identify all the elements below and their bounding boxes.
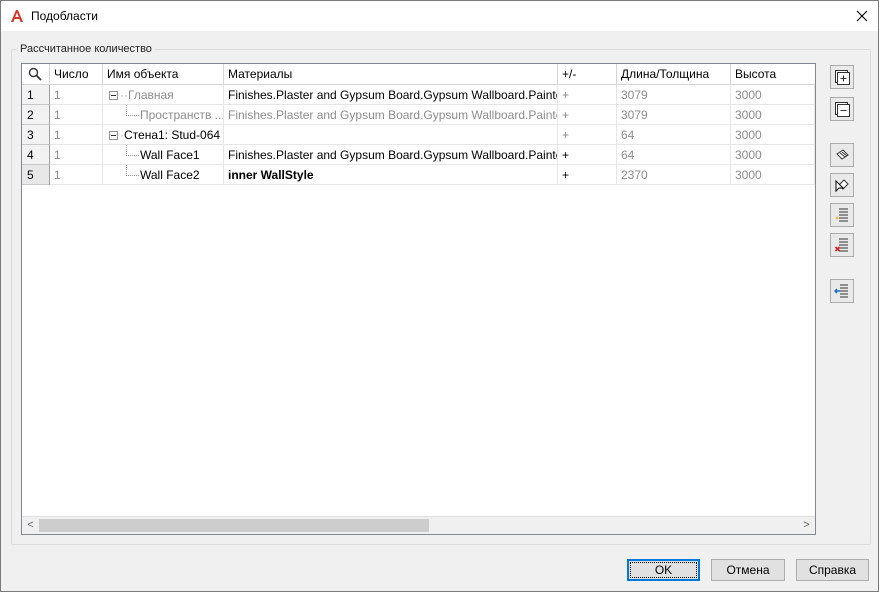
column-header-materials[interactable]: Материалы xyxy=(224,64,558,84)
object-name-cell[interactable]: Wall Face2 xyxy=(103,165,224,185)
sign-cell[interactable]: + xyxy=(558,145,617,165)
count-cell[interactable]: 1 xyxy=(50,105,103,125)
expand-all-icon xyxy=(835,70,850,85)
material-cell[interactable]: Finishes.Plaster and Gypsum Board.Gypsum… xyxy=(224,105,558,125)
length-cell[interactable]: 2370 xyxy=(617,165,731,185)
tree-connector xyxy=(126,145,139,156)
object-name-text: Wall Face2 xyxy=(140,168,200,182)
object-name-cell[interactable]: Wall Face1 xyxy=(103,145,224,165)
count-cell[interactable]: 1 xyxy=(50,85,103,105)
grid-header: Число Имя объекта Материалы +/- Длина/То… xyxy=(22,64,815,85)
dialog-window: Подобласти Рассчитанное количество Число… xyxy=(0,0,879,592)
row-number[interactable]: 2 xyxy=(22,105,50,125)
delete-row-icon xyxy=(834,238,848,252)
height-cell[interactable]: 3000 xyxy=(731,165,815,185)
collapse-all-button[interactable] xyxy=(830,97,854,121)
row-number[interactable]: 3 xyxy=(22,125,50,145)
length-cell[interactable]: 3079 xyxy=(617,85,731,105)
object-name-cell[interactable]: ·Стена1: Stud-064 xyxy=(103,125,224,145)
ok-button[interactable]: OK xyxy=(627,559,700,581)
select-objects-icon xyxy=(836,149,849,160)
close-icon xyxy=(856,10,868,22)
sign-cell[interactable]: + xyxy=(558,105,617,125)
sign-cell[interactable]: + xyxy=(558,165,617,185)
row-number[interactable]: 5 xyxy=(22,165,50,185)
column-header-sign[interactable]: +/- xyxy=(558,64,617,84)
table-row[interactable]: 2 1 Пространств ... Finishes.Plaster and… xyxy=(22,105,815,125)
table-row[interactable]: 4 1 Wall Face1 Finishes.Plaster and Gyps… xyxy=(22,145,815,165)
count-cell[interactable]: 1 xyxy=(50,125,103,145)
cancel-button[interactable]: Отмена xyxy=(711,559,785,581)
collapse-node-icon[interactable] xyxy=(109,91,118,101)
table-row[interactable]: 3 1 ·Стена1: Stud-064 + 64 3000 xyxy=(22,125,815,145)
table-row[interactable]: 1 1 ··Главная Finishes.Plaster and Gypsu… xyxy=(22,85,815,105)
subregions-grid[interactable]: Число Имя объекта Материалы +/- Длина/То… xyxy=(21,63,816,535)
material-cell[interactable] xyxy=(224,125,558,145)
object-name-text: Стена1: Stud-064 xyxy=(124,128,221,142)
height-cell[interactable]: 3000 xyxy=(731,125,815,145)
horizontal-scrollbar[interactable]: < > xyxy=(22,516,815,534)
dialog-title: Подобласти xyxy=(31,9,98,23)
title-bar: Подобласти xyxy=(1,1,878,31)
pick-objects-button[interactable] xyxy=(830,173,854,197)
object-name-text: Wall Face1 xyxy=(140,148,200,162)
column-header-count[interactable]: Число xyxy=(50,64,103,84)
import-icon xyxy=(834,284,848,298)
select-objects-button[interactable] xyxy=(830,143,854,167)
material-cell[interactable]: Finishes.Plaster and Gypsum Board.Gypsum… xyxy=(224,145,558,165)
delete-row-button[interactable] xyxy=(830,233,854,257)
column-header-object-name[interactable]: Имя объекта xyxy=(103,64,224,84)
scroll-right-button[interactable]: > xyxy=(798,517,815,534)
search-column-header[interactable] xyxy=(22,64,50,84)
pick-objects-icon xyxy=(835,179,849,193)
row-number[interactable]: 1 xyxy=(22,85,50,105)
sign-cell[interactable]: + xyxy=(558,125,617,145)
tree-connector xyxy=(126,105,139,116)
import-button[interactable] xyxy=(830,279,854,303)
material-cell[interactable]: inner WallStyle xyxy=(224,165,558,185)
count-cell[interactable]: 1 xyxy=(50,145,103,165)
scroll-left-button[interactable]: < xyxy=(22,517,39,534)
add-row-button[interactable] xyxy=(830,203,854,227)
height-cell[interactable]: 3000 xyxy=(731,145,815,165)
add-row-icon xyxy=(835,208,848,222)
search-icon xyxy=(28,67,42,81)
row-number[interactable]: 4 xyxy=(22,145,50,165)
scroll-thumb[interactable] xyxy=(39,519,429,532)
object-name-text: Главная xyxy=(128,88,174,102)
length-cell[interactable]: 3079 xyxy=(617,105,731,125)
height-cell[interactable]: 3000 xyxy=(731,85,815,105)
height-cell[interactable]: 3000 xyxy=(731,105,815,125)
object-name-cell[interactable]: ··Главная xyxy=(103,85,224,105)
collapse-node-icon[interactable] xyxy=(109,131,118,141)
length-cell[interactable]: 64 xyxy=(617,145,731,165)
expand-all-button[interactable] xyxy=(830,65,854,89)
group-label: Рассчитанное количество xyxy=(17,43,155,55)
column-header-length-thickness[interactable]: Длина/Толщина xyxy=(617,64,731,84)
length-cell[interactable]: 64 xyxy=(617,125,731,145)
object-name-text: Пространств ... xyxy=(140,108,224,122)
close-button[interactable] xyxy=(846,1,878,31)
material-cell[interactable]: Finishes.Plaster and Gypsum Board.Gypsum… xyxy=(224,85,558,105)
sign-cell[interactable]: + xyxy=(558,85,617,105)
object-name-cell[interactable]: Пространств ... xyxy=(103,105,224,125)
column-header-height[interactable]: Высота xyxy=(731,64,815,84)
table-row[interactable]: 5 1 Wall Face2 inner WallStyle + 2370 30… xyxy=(22,165,815,185)
help-button[interactable]: Справка xyxy=(796,559,869,581)
autocad-icon xyxy=(10,9,24,23)
tree-connector xyxy=(126,165,139,176)
count-cell[interactable]: 1 xyxy=(50,165,103,185)
collapse-all-icon xyxy=(835,102,850,117)
